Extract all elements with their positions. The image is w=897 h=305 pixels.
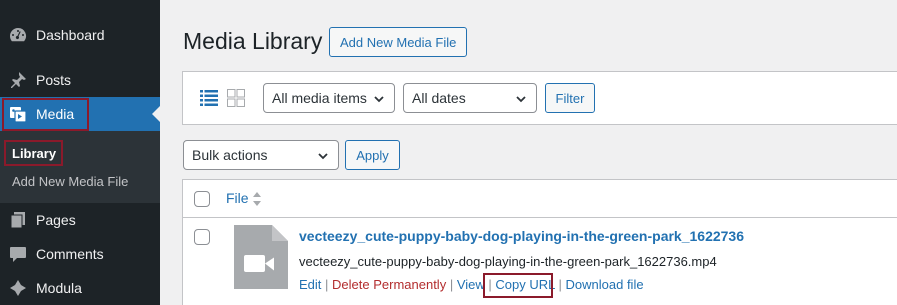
menu-pages[interactable]: Pages xyxy=(0,203,160,237)
submenu-add-new[interactable]: Add New Media File xyxy=(12,174,128,189)
menu-comments[interactable]: Comments xyxy=(0,237,160,271)
media-table: File vecteezy_cute-puppy-baby-dog-playin… xyxy=(182,179,897,305)
dashboard-icon xyxy=(0,18,36,52)
menu-pages-label: Pages xyxy=(36,212,76,228)
chevron-down-icon xyxy=(374,96,384,103)
chevron-down-icon xyxy=(516,96,526,103)
current-menu-arrow xyxy=(152,106,160,122)
table-header: File xyxy=(183,180,897,218)
menu-modula-label: Modula xyxy=(36,280,82,296)
media-type-select[interactable]: All media items xyxy=(263,83,395,113)
list-view-icon[interactable] xyxy=(200,89,218,112)
copy-url-link[interactable]: Copy URL xyxy=(495,277,554,292)
menu-media-label: Media xyxy=(36,106,75,122)
add-new-media-button[interactable]: Add New Media File xyxy=(329,27,468,57)
media-icon xyxy=(0,97,36,131)
admin-sidebar: Dashboard Posts Media Library Add New Me… xyxy=(0,0,160,305)
download-file-link[interactable]: Download file xyxy=(566,277,644,292)
row-checkbox[interactable] xyxy=(194,229,210,245)
select-all-checkbox[interactable] xyxy=(194,191,210,207)
menu-posts[interactable]: Posts xyxy=(0,63,160,97)
menu-posts-label: Posts xyxy=(36,72,72,88)
filter-button[interactable]: Filter xyxy=(545,83,595,113)
chevron-down-icon xyxy=(318,153,328,160)
column-file-header[interactable]: File xyxy=(226,190,249,206)
delete-permanently-link[interactable]: Delete Permanently xyxy=(332,277,446,292)
menu-dashboard-label: Dashboard xyxy=(36,27,105,43)
modula-icon xyxy=(0,271,36,305)
menu-media[interactable]: Media xyxy=(0,97,160,131)
row-actions: Edit | Delete Permanently | View | Copy … xyxy=(299,277,644,292)
view-link[interactable]: View xyxy=(457,277,485,292)
action-separator: | xyxy=(558,277,566,292)
action-separator: | xyxy=(449,277,457,292)
date-value: All dates xyxy=(412,90,466,106)
menu-dashboard[interactable]: Dashboard xyxy=(0,18,160,52)
apply-button[interactable]: Apply xyxy=(345,140,400,170)
main-content: Media Library Add New Media File All med… xyxy=(160,0,897,305)
file-title-link[interactable]: vecteezy_cute-puppy-baby-dog-playing-in-… xyxy=(299,228,744,244)
comment-icon xyxy=(0,237,36,271)
menu-modula[interactable]: Modula xyxy=(0,271,160,305)
media-type-value: All media items xyxy=(272,90,367,106)
bulk-actions-select[interactable]: Bulk actions xyxy=(183,140,339,170)
action-separator: | xyxy=(325,277,333,292)
bulk-actions-value: Bulk actions xyxy=(192,147,268,163)
media-submenu xyxy=(0,131,160,203)
pages-icon xyxy=(0,203,36,237)
pin-icon xyxy=(0,63,36,97)
date-select[interactable]: All dates xyxy=(403,83,537,113)
grid-view-icon[interactable] xyxy=(227,89,245,112)
edit-link[interactable]: Edit xyxy=(299,277,321,292)
page-title: Media Library xyxy=(183,28,323,54)
video-icon[interactable] xyxy=(234,225,288,289)
file-name: vecteezy_cute-puppy-baby-dog-playing-in-… xyxy=(299,254,717,269)
submenu-library[interactable]: Library xyxy=(12,146,56,161)
menu-comments-label: Comments xyxy=(36,246,104,262)
media-filter-bar: All media items All dates Filter xyxy=(182,71,897,125)
sort-icon[interactable] xyxy=(252,191,262,207)
